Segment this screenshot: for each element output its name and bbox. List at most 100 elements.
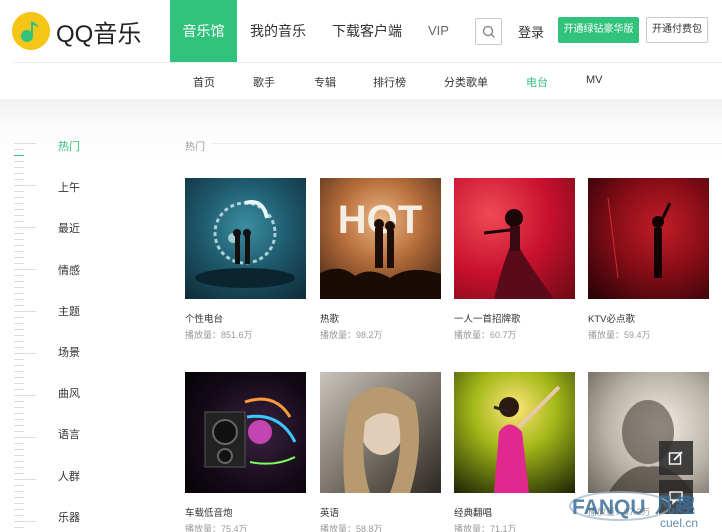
- feedback-button[interactable]: [659, 441, 693, 475]
- search-icon: [482, 25, 495, 38]
- open-paid-package-button[interactable]: 开通付费包: [646, 17, 708, 43]
- timeline-tick: [14, 509, 24, 510]
- timeline-tick: [14, 371, 24, 372]
- timeline-tick: [14, 359, 24, 360]
- subnav-singers[interactable]: 歌手: [253, 74, 275, 90]
- timeline-tick: [14, 161, 24, 162]
- open-green-diamond-button[interactable]: 开通绿钻豪华版: [558, 17, 639, 43]
- radio-cover[interactable]: [320, 372, 441, 493]
- timeline-tick: [14, 179, 24, 180]
- timeline-tick: [14, 437, 36, 438]
- timeline-tick: [14, 491, 24, 492]
- radio-cover[interactable]: [454, 178, 575, 299]
- timeline-tick: [14, 293, 24, 294]
- subnav-playlists[interactable]: 分类歌单: [444, 74, 488, 90]
- timeline-tick: [14, 515, 24, 516]
- timeline-tick: [14, 341, 24, 342]
- nav-download-client[interactable]: 下载客户端: [319, 0, 415, 62]
- category-instrument[interactable]: 乐器: [58, 509, 80, 525]
- radio-card[interactable]: HOT 热歌 播放量：98.2万: [320, 178, 441, 341]
- category-emotion[interactable]: 情感: [58, 262, 80, 278]
- category-language[interactable]: 语言: [58, 426, 80, 442]
- radio-card[interactable]: 一人一首招牌歌 播放量：60.7万: [454, 178, 575, 341]
- category-hot[interactable]: 热门: [58, 138, 80, 154]
- radio-card[interactable]: 经典翻唱 播放量：71.1万: [454, 372, 575, 532]
- section-title: 热门: [185, 142, 205, 153]
- header: QQ音乐 音乐馆 我的音乐 下载客户端 VIP 登录 开通绿钻豪华版 开通付费包: [0, 0, 722, 62]
- radio-cover[interactable]: [454, 372, 575, 493]
- category-recent[interactable]: 最近: [58, 220, 80, 236]
- timeline-tick: [14, 221, 24, 222]
- card-plays: 播放量：71.1万: [454, 524, 517, 532]
- timeline-tick: [14, 191, 24, 192]
- category-morning[interactable]: 上午: [58, 179, 80, 195]
- subnav-radio[interactable]: 电台: [526, 74, 548, 90]
- timeline-tick: [14, 167, 24, 168]
- card-title[interactable]: 个性电台: [185, 311, 306, 325]
- card-title[interactable]: 热歌: [320, 311, 441, 325]
- card-plays: 播放量：60.7万: [454, 330, 517, 340]
- search-button[interactable]: [475, 18, 502, 45]
- card-title[interactable]: KTV必点歌: [588, 311, 709, 325]
- timeline-tick: [14, 485, 24, 486]
- timeline-tick: [14, 407, 24, 408]
- timeline-tick: [14, 317, 24, 318]
- radio-cover[interactable]: [588, 178, 709, 299]
- timeline-tick: [14, 425, 24, 426]
- radio-card[interactable]: 个性电台 播放量：851.6万: [185, 178, 306, 341]
- timeline-tick: [14, 449, 24, 450]
- timeline-tick: [14, 203, 24, 204]
- timeline-tick: [14, 527, 24, 528]
- timeline-tick: [14, 329, 24, 330]
- card-title[interactable]: 车载低音炮: [185, 505, 306, 519]
- nav-vip[interactable]: VIP: [415, 0, 462, 62]
- timeline-tick: [14, 281, 24, 282]
- qq-music-logo-icon: [12, 12, 50, 50]
- login-link[interactable]: 登录: [518, 22, 544, 41]
- category-theme[interactable]: 主题: [58, 303, 80, 319]
- card-title[interactable]: 经典翻唱: [454, 505, 575, 519]
- main-nav: 音乐馆 我的音乐 下载客户端 VIP: [170, 0, 462, 62]
- timeline-tick: [14, 479, 36, 480]
- logo[interactable]: QQ音乐: [12, 12, 141, 50]
- radio-card[interactable]: 车载低音炮 播放量：75.4万: [185, 372, 306, 532]
- radio-cover[interactable]: [185, 372, 306, 493]
- category-genre[interactable]: 曲风: [58, 385, 80, 401]
- card-title[interactable]: 英语: [320, 505, 441, 519]
- timeline-tick: [14, 383, 24, 384]
- nav-my-music[interactable]: 我的音乐: [237, 0, 319, 62]
- timeline-tick: [14, 263, 24, 264]
- category-people[interactable]: 人群: [58, 468, 80, 484]
- timeline-tick: [14, 395, 36, 396]
- nav-music-hall[interactable]: 音乐馆: [170, 0, 237, 62]
- radio-card[interactable]: 英语 播放量：58.8万: [320, 372, 441, 532]
- timeline-tick: [14, 413, 24, 414]
- timeline-tick: [14, 305, 24, 306]
- timeline-tick: [14, 173, 24, 174]
- subnav-albums[interactable]: 专辑: [314, 74, 336, 90]
- radio-card[interactable]: KTV必点歌 播放量：59.4万: [588, 178, 709, 341]
- sub-nav: 首页 歌手 专辑 排行榜 分类歌单 电台 MV: [0, 63, 722, 99]
- timeline-tick: [14, 239, 24, 240]
- timeline-tick: [14, 473, 24, 474]
- timeline-tick: [14, 521, 36, 522]
- timeline-tick: [14, 431, 24, 432]
- subnav-home[interactable]: 首页: [193, 74, 215, 90]
- card-title[interactable]: 一人一首招牌歌: [454, 311, 575, 325]
- radio-cover[interactable]: [185, 178, 306, 299]
- subnav-mv[interactable]: MV: [586, 74, 603, 86]
- radio-cover[interactable]: HOT: [320, 178, 441, 299]
- category-scene[interactable]: 场景: [58, 344, 80, 360]
- subnav-charts[interactable]: 排行榜: [373, 74, 406, 90]
- svg-text:cuel.cn: cuel.cn: [660, 516, 698, 530]
- timeline-tick: [14, 389, 24, 390]
- brand-name: QQ音乐: [56, 20, 142, 48]
- timeline-tick: [14, 467, 24, 468]
- svg-text:FANQU: FANQU: [572, 496, 646, 519]
- timeline-tick: [14, 143, 36, 144]
- timeline-tick: [14, 275, 24, 276]
- timeline-tick: [14, 245, 24, 246]
- timeline-tick: [14, 233, 24, 234]
- edit-icon: [668, 451, 683, 465]
- timeline-tick: [14, 299, 24, 300]
